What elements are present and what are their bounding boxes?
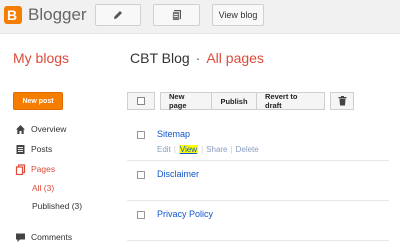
row-checkbox[interactable] — [137, 171, 145, 179]
my-blogs-heading[interactable]: My blogs — [13, 50, 69, 66]
sidebar-item-comments[interactable]: Comments — [14, 231, 72, 243]
page-title-link[interactable]: Privacy Policy — [157, 209, 213, 219]
sidebar-item-label: Published (3) — [32, 201, 83, 211]
revert-to-draft-button[interactable]: Revert to draft — [256, 92, 325, 110]
sidebar-item-label: All (3) — [32, 183, 55, 193]
sidebar-item-pages[interactable]: Pages — [14, 163, 55, 175]
view-blog-button[interactable]: View blog — [212, 4, 264, 26]
view-link[interactable]: View — [178, 145, 199, 154]
row-divider — [127, 240, 389, 241]
pages-icon — [14, 163, 26, 175]
comments-icon — [14, 231, 26, 243]
new-post-button[interactable]: New post — [13, 92, 63, 110]
home-icon — [14, 123, 26, 135]
publish-button[interactable]: Publish — [211, 92, 257, 110]
logo-text: Blogger — [28, 5, 87, 24]
section-title: All pages — [206, 50, 264, 66]
documents-icon — [171, 10, 181, 21]
row-divider — [127, 200, 389, 201]
blog-name: CBT Blog — [130, 50, 190, 66]
blogger-logo[interactable]: B Blogger — [4, 5, 87, 25]
delete-link[interactable]: Delete — [236, 145, 259, 154]
pages-button[interactable] — [153, 4, 200, 26]
row-checkbox[interactable] — [137, 211, 145, 219]
edit-link[interactable]: Edit — [157, 145, 171, 154]
share-link[interactable]: Share — [206, 145, 227, 154]
sidebar-item-overview[interactable]: Overview — [14, 123, 66, 135]
sidebar-item-label: Comments — [31, 232, 73, 242]
page-title-link[interactable]: Sitemap — [157, 129, 190, 139]
select-all-checkbox[interactable] — [137, 97, 145, 105]
delete-button[interactable] — [330, 92, 354, 110]
posts-icon — [14, 143, 26, 155]
trash-icon — [338, 96, 346, 106]
sidebar-item-posts[interactable]: Posts — [14, 143, 52, 155]
sidebar-subitem-all[interactable]: All (3) — [32, 183, 54, 193]
select-all-checkbox-button[interactable] — [127, 92, 155, 110]
row-checkbox[interactable] — [137, 131, 145, 139]
top-bar: B Blogger View blog — [0, 0, 400, 34]
pages-toolbar: New page Publish Revert to draft — [127, 92, 354, 110]
new-page-button[interactable]: New page — [160, 92, 212, 110]
sidebar-subitem-published[interactable]: Published (3) — [32, 201, 82, 211]
row-actions: Edit | View | Share | Delete — [157, 145, 259, 154]
action-separator: | — [173, 145, 176, 154]
pencil-icon — [114, 11, 122, 19]
blogger-logo-icon: B — [4, 6, 22, 24]
row-divider — [127, 160, 389, 161]
sidebar-item-label: Overview — [31, 124, 67, 134]
action-separator: | — [201, 145, 204, 154]
sidebar-item-label: Pages — [31, 164, 56, 174]
page-title-link[interactable]: Disclaimer — [157, 169, 199, 179]
page-title: CBT Blog · All pages — [130, 50, 264, 66]
action-separator: | — [230, 145, 233, 154]
sidebar-item-label: Posts — [31, 144, 53, 154]
edit-post-button[interactable] — [95, 4, 141, 26]
title-separator: · — [195, 50, 201, 66]
